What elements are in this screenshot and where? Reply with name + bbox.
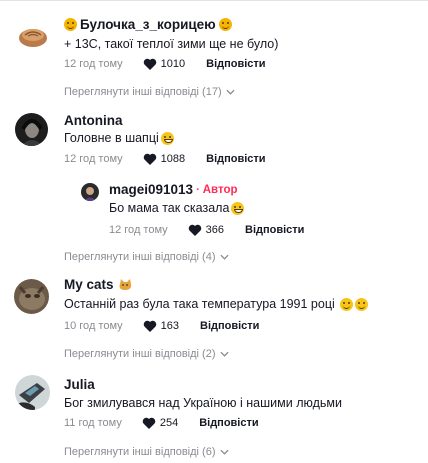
- view-more-replies-button[interactable]: Переглянути інші відповіді (6): [64, 446, 229, 458]
- reply-button[interactable]: Відповісти: [199, 417, 258, 429]
- comment-meta: 12 год тому 1010 Відповісти: [64, 58, 266, 70]
- avatar[interactable]: [15, 375, 50, 410]
- comment-item: Antonina Головне в шапці 12 год тому 108…: [0, 100, 428, 268]
- comment-meta: 10 год тому 163 Відповісти: [64, 320, 259, 332]
- avatar[interactable]: [17, 20, 49, 52]
- cat-icon: [119, 278, 131, 290]
- like-button[interactable]: 366: [188, 224, 224, 236]
- chevron-down-icon: [226, 89, 235, 95]
- avatar[interactable]: [14, 279, 49, 314]
- smiling-face-with-hearts-icon: [64, 18, 77, 31]
- reply-button[interactable]: Відповісти: [206, 58, 265, 70]
- view-more-replies-button[interactable]: Переглянути інші відповіді (2): [64, 348, 229, 360]
- chevron-down-icon: [219, 254, 229, 260]
- reply-button[interactable]: Відповісти: [245, 224, 304, 236]
- like-count: 1088: [160, 153, 186, 165]
- like-button[interactable]: 1088: [143, 153, 185, 165]
- like-count: 254: [159, 417, 179, 429]
- comment-username[interactable]: Булочка_з_корицею: [64, 17, 232, 32]
- grinning-face-icon: [160, 131, 174, 145]
- separator-dot: ·: [196, 183, 200, 196]
- reply-time: 12 год тому: [109, 224, 168, 236]
- reply-meta: 12 год тому 366 Відповісти: [109, 224, 304, 236]
- comment-meta: 12 год тому 1088 Відповісти: [64, 153, 266, 165]
- comment-text: Останній раз була така температура 1991 …: [64, 297, 368, 311]
- like-count: 1010: [160, 58, 186, 70]
- comment-time: 11 год тому: [64, 417, 122, 429]
- heart-icon[interactable]: [188, 224, 202, 236]
- reply-text: Бо мама так сказала: [109, 201, 245, 215]
- chevron-down-icon: [219, 351, 229, 357]
- comment-text: + 13С, такої теплої зими ще не було): [64, 37, 279, 51]
- smiling-face-icon: [339, 297, 353, 311]
- comment-time: 10 год тому: [64, 320, 123, 332]
- like-count: 163: [160, 320, 179, 332]
- comment-text: Головне в шапці: [64, 131, 174, 145]
- view-more-replies-button[interactable]: Переглянути інші відповіді (17): [64, 86, 235, 98]
- comment-time: 12 год тому: [64, 153, 123, 165]
- avatar[interactable]: [15, 113, 48, 146]
- like-count: 366: [205, 224, 224, 236]
- like-button[interactable]: 163: [143, 320, 179, 332]
- view-more-replies-button[interactable]: Переглянути інші відповіді (4): [64, 251, 229, 263]
- comment-item: Julia Бог змилувався над Україною і наши…: [0, 368, 428, 463]
- comment-username[interactable]: Julia: [64, 377, 95, 392]
- comment-username[interactable]: My cats: [64, 277, 133, 292]
- heart-icon[interactable]: [143, 58, 157, 70]
- comment-text: Бог змилувався над Україною і нашими люд…: [64, 396, 342, 410]
- like-button[interactable]: 254: [142, 417, 178, 429]
- smiling-face-icon: [354, 297, 368, 311]
- comment-meta: 11 год тому 254 Відповісти: [64, 417, 259, 429]
- reply-button[interactable]: Відповісти: [206, 153, 265, 165]
- heart-icon[interactable]: [143, 153, 157, 165]
- author-badge: Автор: [202, 183, 238, 196]
- avatar[interactable]: [81, 183, 99, 201]
- comment-item: Булочка_з_корицею + 13С, такої теплої зи…: [0, 0, 428, 100]
- heart-icon[interactable]: [143, 320, 157, 332]
- smiling-face-with-hearts-icon: [218, 18, 232, 31]
- laughing-face-icon: [231, 201, 245, 215]
- chevron-down-icon: [219, 449, 229, 455]
- reply-username[interactable]: magei091013 · Автор: [109, 182, 238, 197]
- heart-icon[interactable]: [142, 417, 156, 429]
- comment-item: My cats Останній раз була така температу…: [0, 268, 428, 368]
- comment-username[interactable]: Antonina: [64, 113, 123, 128]
- reply-button[interactable]: Відповісти: [200, 320, 259, 332]
- like-button[interactable]: 1010: [143, 58, 185, 70]
- comment-time: 12 год тому: [64, 58, 123, 70]
